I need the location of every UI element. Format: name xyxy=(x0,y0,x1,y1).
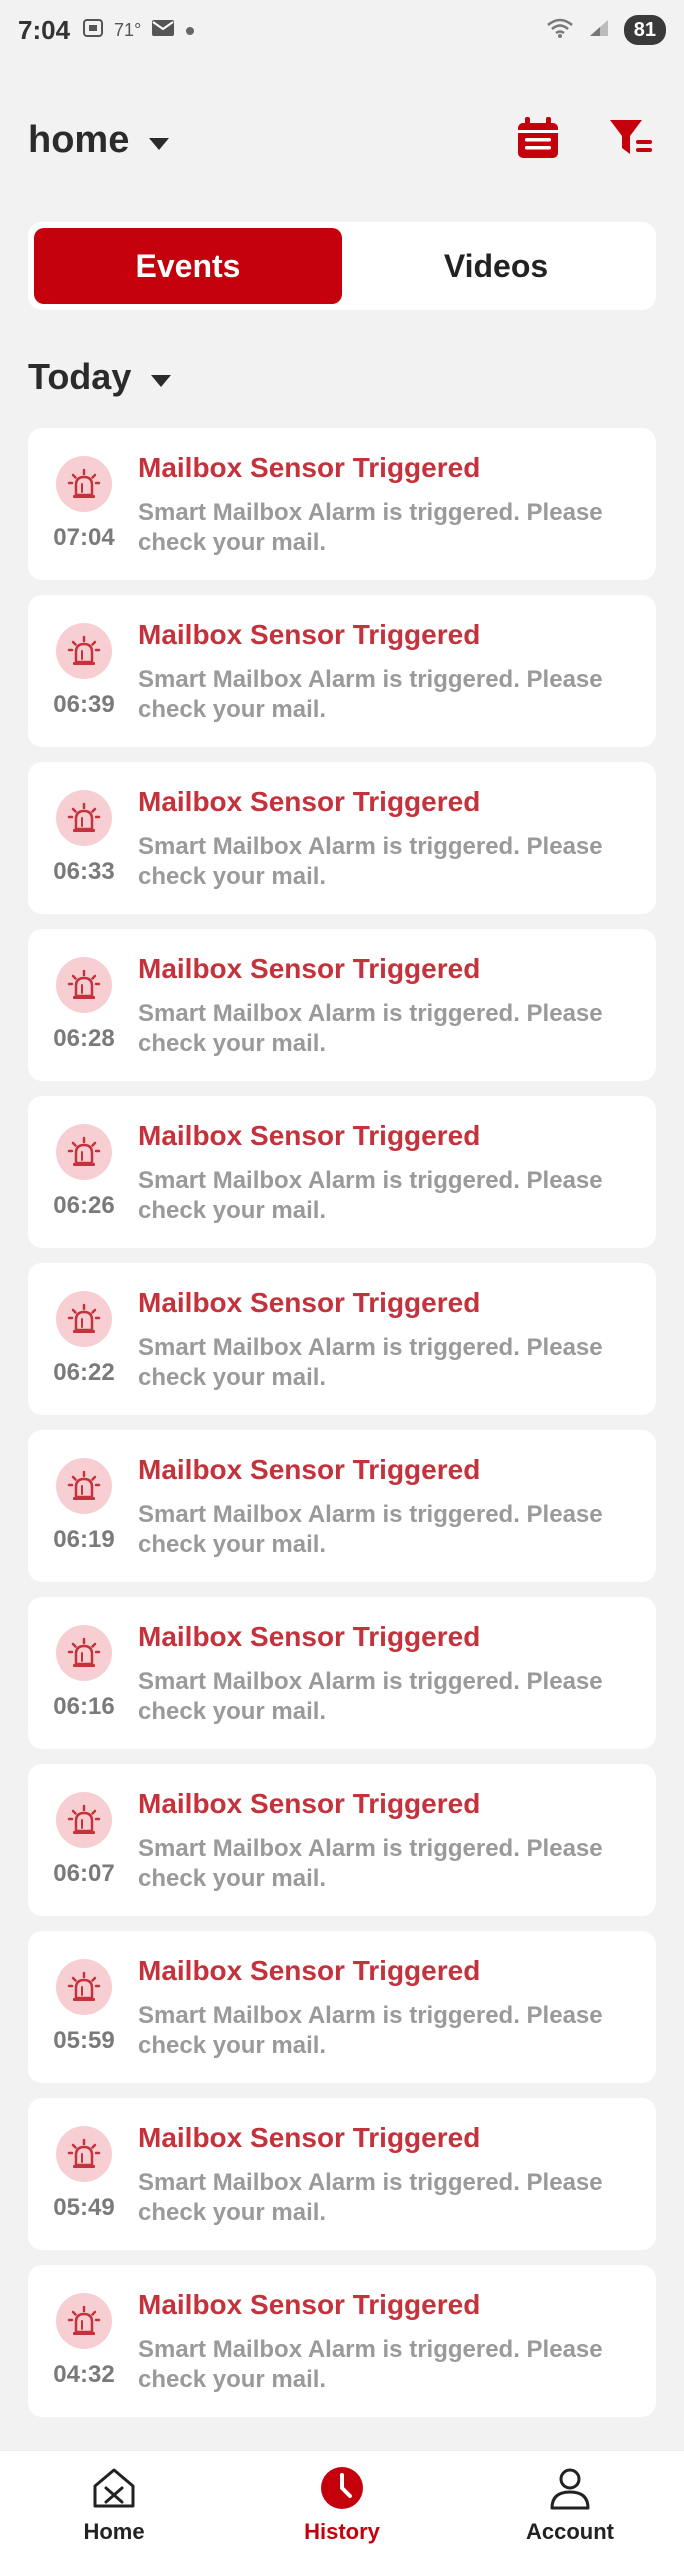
tab-events[interactable]: Events xyxy=(34,228,342,304)
alarm-icon xyxy=(56,456,112,512)
battery-indicator: 81 xyxy=(623,15,666,45)
event-description: Smart Mailbox Alarm is triggered. Please… xyxy=(138,2169,603,2226)
event-title: Mailbox Sensor Triggered xyxy=(138,1621,481,1652)
section-title: Today xyxy=(28,356,132,397)
event-time: 05:59 xyxy=(53,2027,115,2054)
bottom-navigation: Home History Account xyxy=(0,2450,684,2560)
event-card[interactable]: 06:28 Mailbox Sensor Triggered Smart Mailb… xyxy=(28,929,656,1081)
event-card[interactable]: 04:32 Mailbox Sensor Triggered Smart Mailb… xyxy=(28,2265,656,2417)
alarm-icon xyxy=(56,1625,112,1681)
filter-icon xyxy=(608,116,656,165)
alarm-icon xyxy=(56,790,112,846)
event-description: Smart Mailbox Alarm is triggered. Please… xyxy=(138,1000,603,1057)
event-title: Mailbox Sensor Triggered xyxy=(138,1287,481,1318)
event-card[interactable]: 06:16 Mailbox Sensor Triggered Smart Mailb… xyxy=(28,1597,656,1749)
date-filter[interactable]: Today xyxy=(28,352,172,402)
event-title: Mailbox Sensor Triggered xyxy=(138,1788,481,1819)
event-title: Mailbox Sensor Triggered xyxy=(138,1120,481,1151)
alarm-icon xyxy=(56,2293,112,2349)
event-title: Mailbox Sensor Triggered xyxy=(138,619,481,650)
event-title: Mailbox Sensor Triggered xyxy=(138,2289,481,2320)
chevron-down-icon[interactable] xyxy=(149,138,170,150)
account-icon xyxy=(547,2466,593,2515)
calendar-button[interactable] xyxy=(514,116,562,164)
alarm-icon xyxy=(56,2126,112,2182)
alarm-icon xyxy=(56,1124,112,1180)
event-title: Mailbox Sensor Triggered xyxy=(138,786,481,817)
header-actions xyxy=(514,116,656,164)
event-title: Mailbox Sensor Triggered xyxy=(138,1955,481,1986)
alarm-icon xyxy=(56,1458,112,1514)
nav-home[interactable]: Home xyxy=(24,2466,204,2545)
event-card[interactable]: 06:22 Mailbox Sensor Triggered Smart Mailb… xyxy=(28,1263,656,1415)
nav-history-label: History xyxy=(304,2519,380,2544)
event-description: Smart Mailbox Alarm is triggered. Please… xyxy=(138,833,603,890)
app-root: 7:04 71° 81 home Events Videos Today 07:… xyxy=(0,0,684,2560)
mail-icon xyxy=(151,19,175,42)
event-description: Smart Mailbox Alarm is triggered. Please… xyxy=(138,1501,603,1558)
event-time: 07:04 xyxy=(53,524,115,551)
status-time: 7:04 xyxy=(18,14,71,45)
event-card[interactable]: 06:26 Mailbox Sensor Triggered Smart Mailb… xyxy=(28,1096,656,1248)
nav-account[interactable]: Account xyxy=(480,2466,660,2545)
wifi-icon xyxy=(546,17,574,44)
screenshot-icon xyxy=(82,18,104,43)
event-card[interactable]: 05:49 Mailbox Sensor Triggered Smart Mailb… xyxy=(28,2098,656,2250)
event-time: 06:26 xyxy=(53,1192,115,1219)
event-card[interactable]: 06:33 Mailbox Sensor Triggered Smart Mailb… xyxy=(28,762,656,914)
event-time: 04:32 xyxy=(53,2361,115,2388)
event-card[interactable]: 05:59 Mailbox Sensor Triggered Smart Mailb… xyxy=(28,1931,656,2083)
event-card[interactable]: 06:39 Mailbox Sensor Triggered Smart Mailb… xyxy=(28,595,656,747)
event-time: 06:16 xyxy=(53,1693,115,1720)
event-description: Smart Mailbox Alarm is triggered. Please… xyxy=(138,1334,603,1391)
dot-icon xyxy=(185,20,195,41)
events-list: 07:04 Mailbox Sensor Triggered Smart Mailb… xyxy=(28,428,656,2432)
status-icons-right: 81 xyxy=(546,15,666,45)
tab-videos[interactable]: Videos xyxy=(342,228,650,304)
event-time: 06:33 xyxy=(53,858,115,885)
event-description: Smart Mailbox Alarm is triggered. Please… xyxy=(138,2002,603,2059)
alarm-icon xyxy=(56,957,112,1013)
location-selector-label[interactable]: home xyxy=(28,119,129,162)
alarm-icon xyxy=(56,1792,112,1848)
event-description: Smart Mailbox Alarm is triggered. Please… xyxy=(138,1835,603,1892)
event-title: Mailbox Sensor Triggered xyxy=(138,452,481,483)
event-description: Smart Mailbox Alarm is triggered. Please… xyxy=(138,1668,603,1725)
event-title: Mailbox Sensor Triggered xyxy=(138,2122,481,2153)
event-card[interactable]: 06:19 Mailbox Sensor Triggered Smart Mailb… xyxy=(28,1430,656,1582)
alarm-icon xyxy=(56,623,112,679)
nav-account-label: Account xyxy=(526,2519,614,2544)
event-title: Mailbox Sensor Triggered xyxy=(138,953,481,984)
signal-icon xyxy=(588,18,610,43)
weather-temperature: 71° xyxy=(114,19,142,40)
event-description: Smart Mailbox Alarm is triggered. Please… xyxy=(138,666,603,723)
event-description: Smart Mailbox Alarm is triggered. Please… xyxy=(138,1167,603,1224)
event-title: Mailbox Sensor Triggered xyxy=(138,1454,481,1485)
home-icon xyxy=(91,2466,137,2515)
app-header: home xyxy=(0,100,684,180)
event-time: 06:19 xyxy=(53,1526,115,1553)
nav-home-label: Home xyxy=(83,2519,145,2544)
event-time: 05:49 xyxy=(53,2194,115,2221)
alarm-icon xyxy=(56,1291,112,1347)
event-time: 06:39 xyxy=(53,691,115,718)
nav-history[interactable]: History xyxy=(252,2466,432,2545)
event-description: Smart Mailbox Alarm is triggered. Please… xyxy=(138,499,603,556)
event-time: 06:22 xyxy=(53,1359,115,1386)
event-description: Smart Mailbox Alarm is triggered. Please… xyxy=(138,2336,603,2393)
events-videos-tabs: Events Videos xyxy=(28,222,656,310)
alarm-icon xyxy=(56,1959,112,2015)
calendar-icon xyxy=(515,116,561,165)
event-card[interactable]: 07:04 Mailbox Sensor Triggered Smart Mailb… xyxy=(28,428,656,580)
event-card[interactable]: 06:07 Mailbox Sensor Triggered Smart Mailb… xyxy=(28,1764,656,1916)
filter-button[interactable] xyxy=(608,116,656,164)
status-bar: 7:04 71° 81 xyxy=(0,0,684,60)
status-icons-left: 71° xyxy=(82,18,195,43)
event-time: 06:07 xyxy=(53,1860,115,1887)
event-time: 06:28 xyxy=(53,1025,115,1052)
chevron-down-icon xyxy=(151,375,172,387)
history-icon xyxy=(319,2466,365,2515)
